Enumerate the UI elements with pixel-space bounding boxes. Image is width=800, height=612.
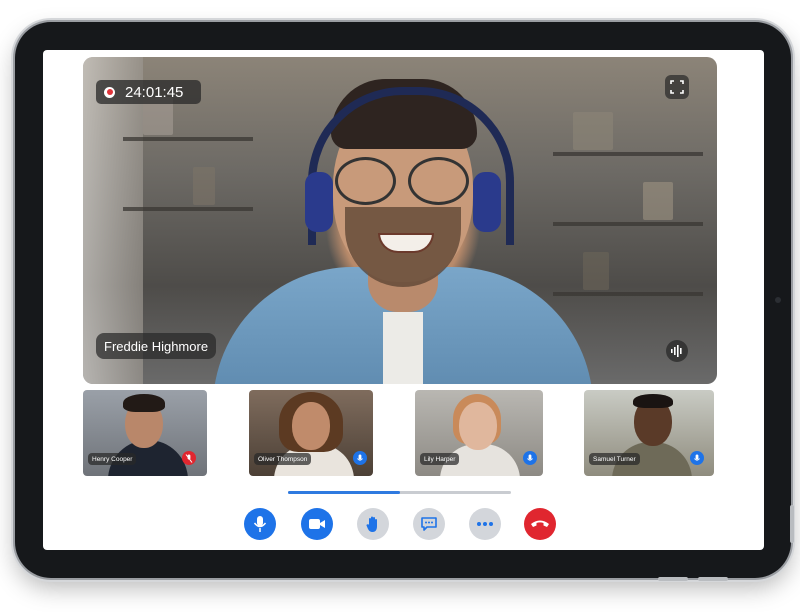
background-book [573,112,613,150]
participant-mic-status [353,451,367,465]
video-camera-icon [309,519,325,529]
background-book [583,252,609,290]
participant-name: Henry Cooper [88,453,137,465]
more-dots-icon [477,522,493,526]
participant-tile-samuel[interactable]: Samuel Turner [584,390,714,476]
main-speaker-name: Freddie Highmore [96,333,217,359]
background-shelf [553,292,703,296]
main-video-feed[interactable]: 24:01:45 Freddie Highmore [83,57,717,384]
tile-scroll-progress[interactable] [288,491,511,494]
chat-button[interactable] [413,508,445,540]
tablet-camera [775,297,781,303]
microphone-button[interactable] [244,508,276,540]
tablet-side-button [790,505,794,543]
mic-icon [357,454,363,461]
record-icon [104,86,115,98]
audio-wave-icon [671,345,682,357]
phone-hangup-icon [531,520,549,527]
fullscreen-button[interactable] [665,75,689,99]
background-shelf [123,207,253,211]
background-shelf [553,222,703,226]
tablet-volume-button [658,577,688,581]
mic-muted-icon [185,453,193,463]
recording-time: 24:01:45 [125,83,184,101]
end-call-button[interactable] [524,508,556,540]
participant-mic-status [690,451,704,465]
expand-icon [670,80,684,94]
background-book [643,182,673,220]
participant-name: Lily Harper [420,453,460,465]
participant-tile-oliver[interactable]: Oliver Thompson [249,390,373,476]
mic-icon [527,454,533,461]
audio-level-button[interactable] [666,340,688,362]
mic-icon [694,454,700,461]
hand-icon [366,516,377,532]
background-book [193,167,215,205]
participant-name: Oliver Thompson [254,453,312,465]
more-options-button[interactable] [469,508,501,540]
participant-mic-status [523,451,537,465]
camera-button[interactable] [301,508,333,540]
video-call-screen: 24:01:45 Freddie Highmore Henry Cooper O… [43,50,764,550]
background-shelf [553,152,703,156]
participant-mic-status [182,451,196,465]
chat-bubble-icon [421,517,437,531]
recording-timer-badge: 24:01:45 [96,80,201,104]
participant-tile-henry[interactable]: Henry Cooper [83,390,207,476]
participant-tile-lily[interactable]: Lily Harper [415,390,543,476]
participant-name: Samuel Turner [589,453,640,465]
raise-hand-button[interactable] [357,508,389,540]
background-shelf [123,137,253,141]
tile-scroll-progress-fill [288,491,400,494]
mic-icon [253,516,267,532]
tablet-volume-button [698,577,728,581]
